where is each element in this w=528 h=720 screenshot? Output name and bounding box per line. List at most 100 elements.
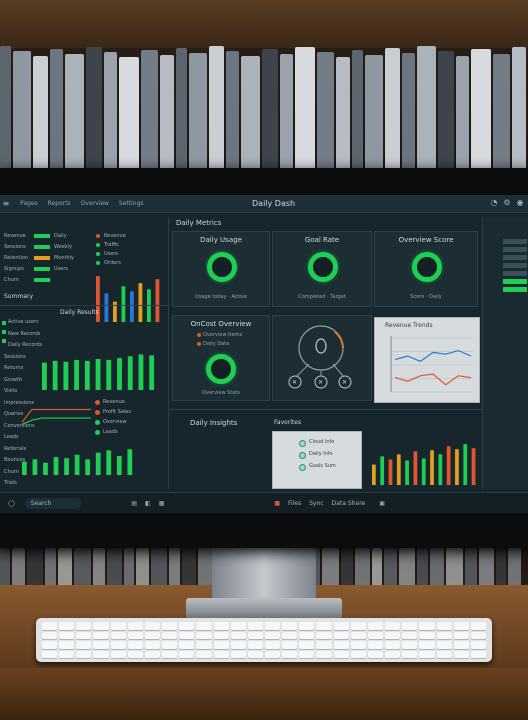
book — [430, 548, 444, 588]
book — [355, 548, 370, 588]
metric-bar — [34, 267, 50, 271]
legend-label: Overview — [103, 419, 127, 425]
list-item[interactable]: Daily Records — [8, 342, 42, 348]
notification-icon[interactable]: ◔ — [490, 198, 498, 207]
list-item[interactable]: Visits — [4, 388, 17, 394]
metric-value: Daily — [54, 233, 67, 239]
menu-item-pages[interactable]: Pages — [20, 200, 38, 207]
taskbar-sync[interactable]: Sync — [309, 500, 323, 507]
progress-ring — [412, 252, 442, 282]
book — [58, 548, 72, 588]
key — [247, 622, 263, 630]
card-daily-usage[interactable]: Daily Usage Usage today · Active — [172, 231, 270, 307]
book — [0, 548, 10, 588]
svg-text:✕: ✕ — [292, 379, 297, 386]
favorites-list: Cloud Info Daily Info Goals Sum — [272, 431, 362, 489]
chart-bar — [22, 461, 27, 475]
key — [179, 622, 195, 630]
doc-icon[interactable]: ▦ — [159, 500, 165, 507]
chart-bar — [106, 359, 112, 390]
favorite-item[interactable]: Goals Sum — [309, 463, 336, 469]
calendar-icon[interactable]: ▣ — [379, 500, 385, 507]
chart-bar — [471, 448, 476, 485]
card-goal-rate[interactable]: Goal Rate Completed · Target — [272, 231, 372, 307]
taskbar-data-share[interactable]: Data Share — [332, 500, 366, 507]
menu-item-reports[interactable]: Reports — [48, 200, 71, 207]
key — [419, 622, 435, 630]
divider — [0, 305, 168, 306]
book — [176, 48, 188, 178]
key — [196, 631, 212, 639]
key — [144, 641, 161, 649]
menu-item-overview[interactable]: Overview — [81, 200, 109, 207]
list-item[interactable]: Churn — [4, 469, 19, 475]
list-dot — [2, 321, 6, 325]
list-item[interactable]: New Records — [8, 331, 40, 337]
chart-bar — [396, 454, 401, 485]
book — [294, 47, 315, 177]
settings-icon[interactable]: ⚙ — [503, 198, 511, 207]
book — [226, 51, 239, 181]
key — [179, 650, 195, 658]
favorite-item[interactable]: Cloud Info — [309, 439, 334, 445]
key — [282, 650, 298, 658]
key — [385, 650, 401, 658]
card-revenue-trends[interactable]: Revenue Trends — [374, 317, 480, 403]
key — [402, 622, 418, 630]
favorite-item[interactable]: Daily Info — [309, 451, 333, 457]
book — [169, 548, 180, 588]
book — [12, 548, 25, 588]
legend-label: Traffic — [104, 242, 120, 248]
user-icon[interactable]: ◉ — [516, 198, 524, 207]
search-input[interactable]: Search — [24, 498, 82, 509]
list-item[interactable]: Trials — [4, 480, 17, 486]
card-node-diagram[interactable]: ✕ ✕ ✕ — [272, 315, 372, 401]
chart-bar — [63, 361, 69, 390]
shelf-board — [0, 0, 528, 48]
chart-bar — [455, 449, 459, 485]
key — [402, 650, 418, 658]
chart-bar — [421, 458, 426, 485]
list-item[interactable]: Growth — [4, 377, 22, 383]
chart-bar — [138, 354, 144, 390]
start-icon[interactable]: ◯ — [8, 500, 15, 507]
book — [385, 48, 401, 178]
book — [316, 52, 334, 182]
book — [365, 55, 384, 185]
key — [264, 641, 281, 649]
panel-row — [503, 255, 527, 260]
metric-value: Weekly — [54, 244, 73, 250]
section-title-results: Daily Results — [60, 309, 99, 316]
list-item[interactable]: Leads — [4, 434, 19, 440]
taskbar-files[interactable]: Files — [288, 500, 301, 507]
overview-item: Overview Items — [203, 332, 243, 338]
menu-icon[interactable]: ≡ — [2, 199, 10, 208]
card-overview-score[interactable]: Overview Score Score · Daily — [374, 231, 478, 307]
key — [419, 650, 435, 658]
book — [508, 548, 521, 588]
key — [436, 650, 452, 658]
card-caption: Overview Stats — [202, 390, 240, 396]
key — [76, 631, 92, 639]
list-item[interactable]: Sessions — [4, 354, 26, 360]
book — [124, 548, 134, 588]
list-item[interactable]: Returns — [4, 365, 23, 371]
key — [350, 641, 366, 649]
chart-bar — [380, 456, 385, 485]
folder-icon[interactable]: ▤ — [131, 500, 137, 507]
key — [59, 631, 75, 639]
book — [416, 46, 436, 176]
book — [322, 548, 339, 588]
record-icon[interactable]: ■ — [274, 500, 280, 507]
book — [279, 54, 293, 184]
menu-item-settings[interactable]: Settings — [119, 200, 144, 207]
card-oncost-overview[interactable]: OnCost Overview Overview Items Daily Dat… — [172, 315, 270, 401]
key — [419, 641, 435, 649]
metric-bar — [34, 234, 50, 238]
key — [316, 641, 332, 649]
desk-edge — [0, 668, 528, 720]
dashboard-screen: ≡ Pages Reports Overview Settings Daily … — [0, 195, 528, 513]
file-icon[interactable]: ◧ — [145, 500, 151, 507]
key — [402, 641, 418, 649]
list-item[interactable]: Active users — [8, 319, 39, 325]
